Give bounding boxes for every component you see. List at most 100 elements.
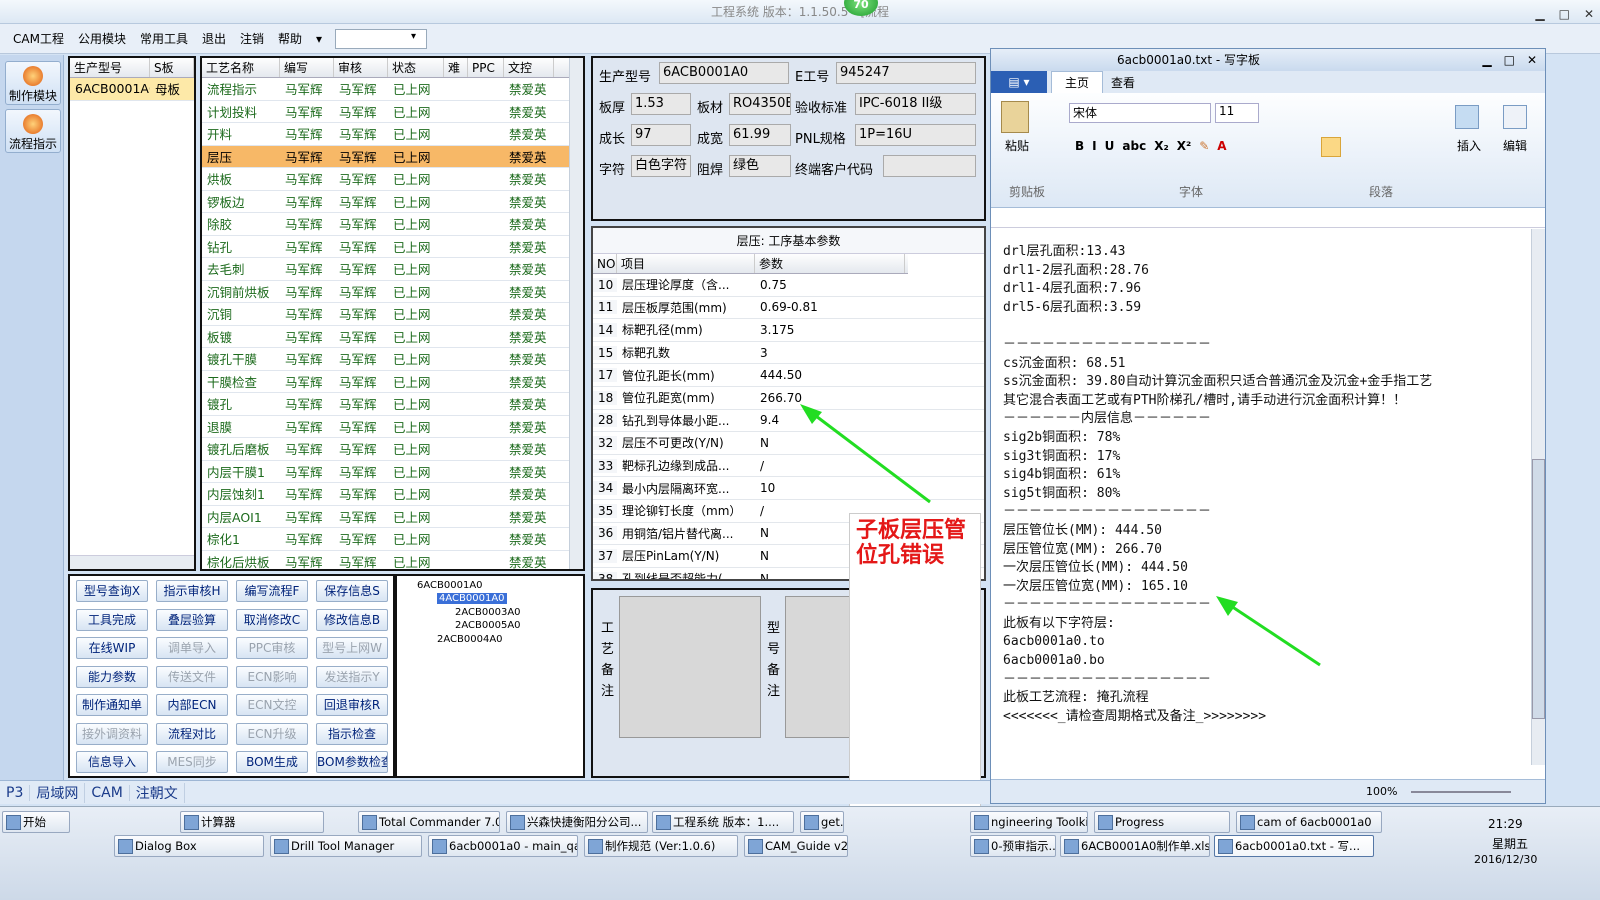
table-row[interactable]: 10 层压理论厚度（含... 0.75 (593, 274, 984, 297)
tree-node[interactable]: 6ACB0001A0 (417, 580, 483, 591)
start-button[interactable]: 开始 (2, 811, 70, 833)
table-row[interactable]: 棕化后烘板 马军辉 马军辉 已上网 禁爱英 (202, 551, 583, 569)
action-button[interactable]: 信息导入 (76, 751, 148, 773)
tab-lan[interactable]: 局域网 (30, 782, 86, 803)
file-menu-button[interactable]: ▤ ▾ (991, 71, 1047, 93)
table-row[interactable]: 开料 马军辉 马军辉 已上网 禁爱英 (202, 123, 583, 146)
action-button[interactable]: 型号上网W (316, 637, 388, 659)
col-header[interactable]: 项目 (617, 254, 755, 273)
bold-icon[interactable]: B (1075, 139, 1084, 153)
table-row[interactable]: 14 标靶孔径(mm) 3.175 (593, 319, 984, 342)
zoom-slider[interactable] (1411, 791, 1511, 793)
table-row[interactable]: 计划投料 马军辉 马军辉 已上网 禁爱英 (202, 101, 583, 123)
taskbar-item[interactable]: 计算器 (180, 811, 324, 833)
taskbar-item[interactable]: ngineering Toolkit 9.... (970, 811, 1088, 833)
material-field[interactable]: RO4350B (729, 93, 791, 115)
table-row[interactable]: 镀孔后磨板 马军辉 马军辉 已上网 禁爱英 (202, 438, 583, 461)
table-row[interactable]: 6ACB0001A0 母板 (70, 78, 194, 101)
close-icon[interactable]: ✕ (1527, 49, 1537, 71)
taskbar-item[interactable]: Drill Tool Manager (270, 835, 422, 857)
superscript-icon[interactable]: X² (1177, 139, 1192, 153)
maximize-icon[interactable]: □ (1559, 2, 1570, 26)
action-button[interactable]: 发送指示Y (316, 665, 388, 688)
proc-note-textarea[interactable] (619, 596, 761, 738)
menu-common-module[interactable]: 公用模块 (71, 30, 133, 47)
table-row[interactable]: 板镀 马军辉 马军辉 已上网 禁爱英 (202, 326, 583, 348)
action-button[interactable]: 回退审核R (316, 694, 388, 716)
taskbar-item[interactable]: 制作规范 (Ver:1.0.6) (584, 835, 738, 857)
table-row[interactable]: 钻孔 马军辉 马军辉 已上网 禁爱英 (202, 236, 583, 258)
action-button[interactable]: 修改信息B (316, 608, 388, 631)
menu-combo-box[interactable]: ▾ (335, 28, 428, 49)
align-left-icon[interactable] (1321, 137, 1341, 157)
vertical-scrollbar[interactable] (1531, 229, 1545, 765)
mask-field[interactable]: 绿色 (729, 155, 791, 177)
horizontal-scrollbar[interactable] (70, 555, 194, 569)
action-button[interactable]: 制作通知单 (76, 694, 148, 716)
col-header[interactable]: 状态 (388, 58, 444, 77)
prod-field[interactable]: 6ACB0001A0 (659, 62, 789, 84)
menu-exit[interactable]: 退出 (195, 30, 233, 47)
tab-user[interactable]: 注朝文 (130, 782, 185, 803)
size-select[interactable]: 11 (1215, 103, 1259, 123)
action-button[interactable]: 内部ECN (156, 694, 228, 716)
menu-dropdown-icon[interactable]: ▾ (309, 32, 329, 46)
strike-icon[interactable]: abc (1122, 139, 1146, 153)
taskbar-item[interactable]: get.e (800, 811, 844, 833)
table-row[interactable]: 沉铜 马军辉 马军辉 已上网 禁爱英 (202, 303, 583, 326)
taskbar-item[interactable]: 工程系统 版本：1.... (652, 811, 794, 833)
highlight-icon[interactable]: ✎ (1199, 139, 1209, 153)
table-row[interactable]: 层压 马军辉 马军辉 已上网 禁爱英 (202, 145, 583, 168)
action-button[interactable]: 取消修改C (236, 608, 308, 631)
table-row[interactable]: 34 最小内层隔离环宽... 10 (593, 477, 984, 500)
grow-field[interactable]: 97 (631, 124, 691, 146)
taskbar-item[interactable]: Dialog Box (114, 835, 264, 857)
minimize-icon[interactable]: ▁ (1535, 2, 1544, 26)
action-button[interactable]: ECN影响 (236, 665, 308, 688)
tree-node[interactable]: 2ACB0004A0 (437, 634, 503, 645)
table-row[interactable]: 17 管位孔距长(mm) 444.50 (593, 364, 984, 387)
action-button[interactable]: 接外调资料 (76, 722, 148, 745)
table-row[interactable]: 内层AOI1 马军辉 马军辉 已上网 禁爱英 (202, 506, 583, 528)
action-button[interactable]: 叠层验算 (156, 608, 228, 631)
table-row[interactable]: 去毛刺 马军辉 马军辉 已上网 禁爱英 (202, 258, 583, 281)
tab-cam[interactable]: CAM (85, 784, 130, 801)
minimize-icon[interactable]: ▁ (1482, 49, 1491, 71)
table-row[interactable]: 退膜 马军辉 马军辉 已上网 禁爱英 (202, 416, 583, 438)
taskbar-item[interactable]: 兴森快捷衡阳分公司... (506, 811, 648, 833)
close-icon[interactable]: ✕ (1584, 2, 1594, 26)
col-header[interactable]: S板 (150, 58, 194, 77)
menu-help[interactable]: 帮助 (271, 30, 309, 47)
nav-make-module-button[interactable]: 制作模块 (5, 61, 61, 105)
tab-p3[interactable]: P3 (0, 784, 31, 801)
maximize-icon[interactable]: □ (1504, 49, 1515, 71)
table-row[interactable]: 镀孔干膜 马军辉 马军辉 已上网 禁爱英 (202, 348, 583, 371)
table-row[interactable]: 11 层压板厚范围(mm) 0.69-0.81 (593, 297, 984, 320)
taskbar-item[interactable]: CAM_Guide v2.7 (744, 835, 848, 857)
pnl-field[interactable]: 1P=16U (855, 124, 976, 146)
table-row[interactable]: 镀孔 马军辉 马军辉 已上网 禁爱英 (202, 393, 583, 416)
col-header[interactable]: 难 (444, 58, 468, 77)
tree-node[interactable]: 2ACB0005A0 (455, 620, 521, 631)
action-button[interactable]: BOM生成 (236, 751, 308, 773)
action-button[interactable]: ECN文控 (236, 694, 308, 716)
document-text[interactable]: drl层孔面积:13.43 drl1-2层孔面积:28.76 drl1-4层孔面积:… (1003, 243, 1523, 726)
action-button[interactable]: 型号查询X (76, 580, 148, 602)
nav-process-button[interactable]: 流程指示 (5, 109, 61, 153)
thick-field[interactable]: 1.53 (631, 93, 691, 115)
menu-logout[interactable]: 注销 (233, 30, 271, 47)
menu-cam[interactable]: CAM工程 (6, 30, 71, 47)
font-select[interactable]: 宋体 (1069, 103, 1211, 123)
taskbar-item[interactable]: Progress (1094, 811, 1230, 833)
italic-icon[interactable]: I (1092, 139, 1096, 153)
col-header[interactable]: 编写 (280, 58, 334, 77)
action-button[interactable]: 调单导入 (156, 637, 228, 659)
col-header[interactable]: PPC (468, 58, 504, 77)
action-button[interactable]: 在线WIP (76, 637, 148, 659)
taskbar-item[interactable]: cam of 6acb0001a0 (1236, 811, 1382, 833)
action-button[interactable]: 工具完成 (76, 608, 148, 631)
char-field[interactable]: 白色字符 (631, 155, 691, 177)
finish-field[interactable]: 61.99 (729, 124, 791, 146)
insert-picture-icon[interactable] (1455, 105, 1479, 129)
table-row[interactable]: 锣板边 马军辉 马军辉 已上网 禁爱英 (202, 191, 583, 213)
